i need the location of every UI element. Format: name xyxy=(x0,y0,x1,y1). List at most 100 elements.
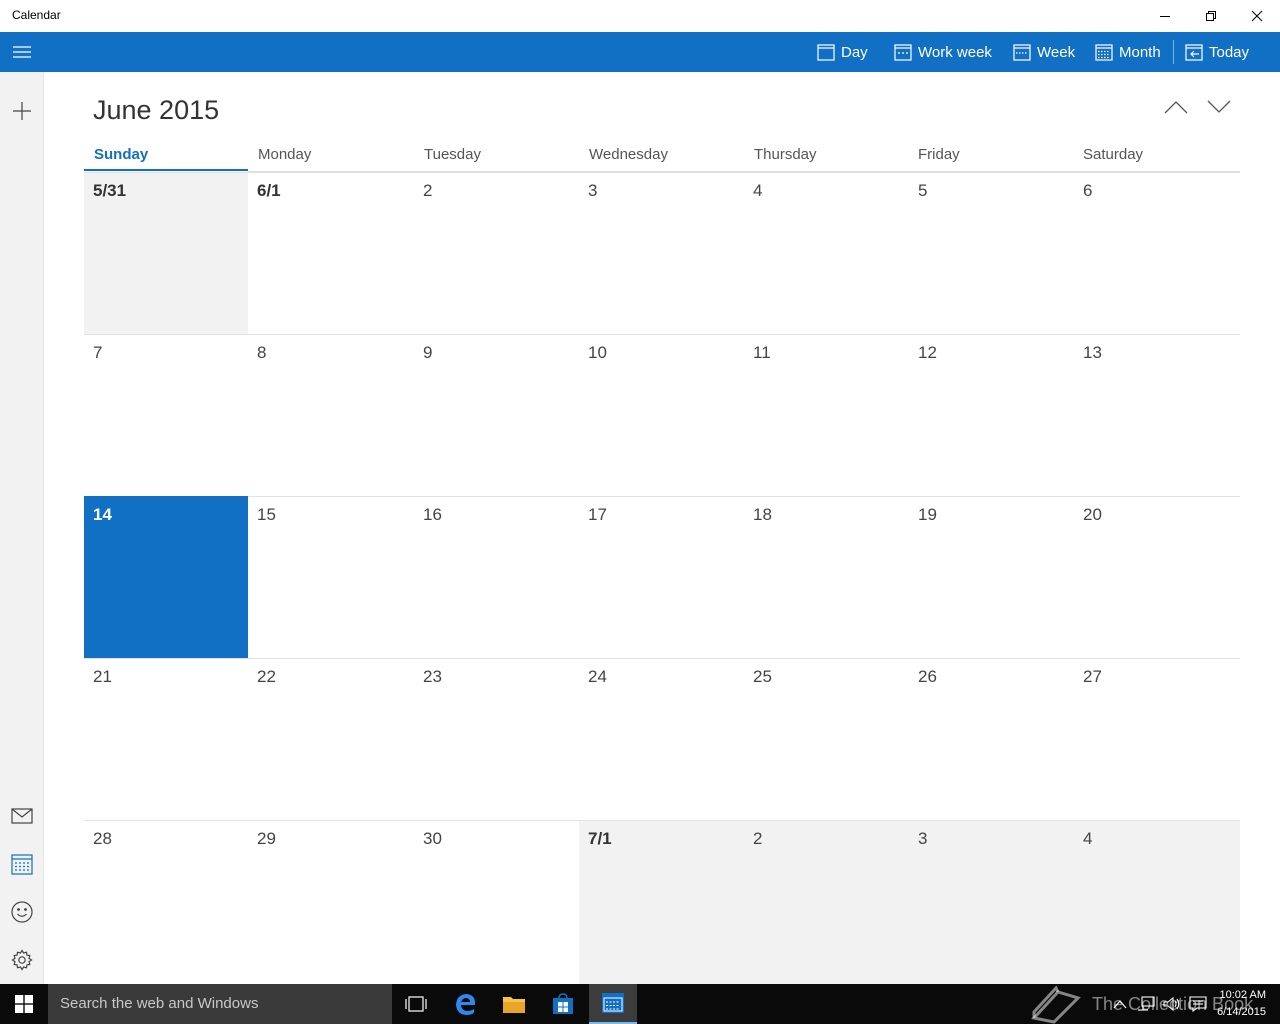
close-button[interactable] xyxy=(1234,0,1280,32)
day-cell[interactable]: 30 xyxy=(414,820,579,984)
day-cell[interactable]: 27 xyxy=(1074,658,1240,820)
left-rail xyxy=(0,72,44,984)
window-title: Calendar xyxy=(12,8,61,22)
minimize-button[interactable] xyxy=(1142,0,1188,32)
network-icon[interactable] xyxy=(1137,996,1155,1012)
taskbar: Search the web and Windows The Collectio… xyxy=(0,984,1280,1024)
day-cell[interactable]: 4 xyxy=(744,172,909,334)
day-number: 28 xyxy=(93,829,112,848)
day-number: 8 xyxy=(257,343,267,362)
day-cell[interactable]: 16 xyxy=(414,496,579,658)
volume-icon[interactable] xyxy=(1163,996,1181,1012)
day-cell[interactable]: 29 xyxy=(248,820,414,984)
gear-icon xyxy=(11,949,33,971)
feedback-button[interactable] xyxy=(0,890,44,934)
calendar-app-button[interactable] xyxy=(589,984,637,1024)
today-label: Today xyxy=(1209,43,1250,61)
weekday-header-tuesday: Tuesday xyxy=(424,146,481,163)
edge-icon xyxy=(456,994,475,1015)
day-cell[interactable]: 24 xyxy=(579,658,744,820)
day-number: 12 xyxy=(918,343,937,362)
day-number: 20 xyxy=(1083,505,1102,524)
day-cell[interactable]: 12 xyxy=(909,334,1074,496)
work-week-view-button[interactable]: Work week xyxy=(894,32,992,72)
store-button[interactable] xyxy=(539,984,587,1024)
day-cell[interactable]: 2 xyxy=(744,820,909,984)
day-cell[interactable]: 23 xyxy=(414,658,579,820)
calendar-app-icon xyxy=(602,993,624,1013)
weekday-header-sunday: Sunday xyxy=(94,146,149,163)
restore-button[interactable] xyxy=(1188,0,1234,32)
day-number: 6/1 xyxy=(257,181,281,200)
day-cell[interactable]: 22 xyxy=(248,658,414,820)
new-event-button[interactable] xyxy=(0,89,44,133)
day-cell[interactable]: 25 xyxy=(744,658,909,820)
day-number: 3 xyxy=(588,181,598,200)
day-cell[interactable]: 21 xyxy=(84,658,248,820)
day-cell[interactable]: 17 xyxy=(579,496,744,658)
day-cell[interactable]: 5/31 xyxy=(84,172,248,334)
book-logo-icon xyxy=(1031,985,1081,1024)
day-number: 23 xyxy=(423,667,442,686)
day-cell[interactable]: 6 xyxy=(1074,172,1240,334)
week-view-button[interactable]: Week xyxy=(1013,32,1075,72)
previous-month-button[interactable] xyxy=(1159,92,1193,122)
day-number: 15 xyxy=(257,505,276,524)
hamburger-menu-button[interactable] xyxy=(0,32,44,72)
chevron-down-icon xyxy=(1207,100,1231,113)
day-cell[interactable]: 26 xyxy=(909,658,1074,820)
day-cell[interactable]: 2 xyxy=(414,172,579,334)
chevron-up-icon[interactable] xyxy=(1113,999,1127,1009)
action-center-icon[interactable] xyxy=(1189,996,1207,1012)
active-weekday-underline xyxy=(84,169,248,171)
task-view-button[interactable] xyxy=(392,984,440,1024)
day-cell[interactable]: 6/1 xyxy=(248,172,414,334)
today-button[interactable]: Today xyxy=(1185,32,1249,72)
weekday-header-saturday: Saturday xyxy=(1083,146,1144,163)
taskbar-search-box[interactable]: Search the web and Windows xyxy=(48,984,392,1024)
day-number: 24 xyxy=(588,667,607,686)
file-explorer-button[interactable] xyxy=(490,984,538,1024)
day-cell[interactable]: 8 xyxy=(248,334,414,496)
day-cell[interactable]: 7/1 xyxy=(579,820,744,984)
mail-button[interactable] xyxy=(0,794,44,838)
work-week-view-icon xyxy=(894,44,912,61)
today-day-cell[interactable]: 14 xyxy=(84,496,248,658)
toolbar-divider xyxy=(1173,40,1174,64)
day-number: 22 xyxy=(257,667,276,686)
day-cell[interactable]: 20 xyxy=(1074,496,1240,658)
start-button[interactable] xyxy=(0,984,48,1024)
day-number: 10 xyxy=(588,343,607,362)
day-cell[interactable]: 11 xyxy=(744,334,909,496)
day-cell[interactable]: 9 xyxy=(414,334,579,496)
day-number: 18 xyxy=(753,505,772,524)
day-cell[interactable]: 18 xyxy=(744,496,909,658)
day-cell[interactable]: 15 xyxy=(248,496,414,658)
settings-button[interactable] xyxy=(0,938,44,982)
day-cell[interactable]: 3 xyxy=(909,820,1074,984)
next-month-button[interactable] xyxy=(1202,92,1236,122)
day-number: 29 xyxy=(257,829,276,848)
day-cell[interactable]: 7 xyxy=(84,334,248,496)
day-view-button[interactable]: Day xyxy=(817,32,868,72)
day-cell[interactable]: 5 xyxy=(909,172,1074,334)
day-cell[interactable]: 10 xyxy=(579,334,744,496)
calendar-button[interactable] xyxy=(0,842,44,886)
edge-browser-button[interactable] xyxy=(442,984,490,1024)
month-view-button[interactable]: Month xyxy=(1095,32,1161,72)
month-title: June 2015 xyxy=(93,95,220,125)
day-number: 26 xyxy=(918,667,937,686)
day-cell[interactable]: 19 xyxy=(909,496,1074,658)
weekday-header-friday: Friday xyxy=(918,146,960,163)
taskbar-clock[interactable]: 10:02 AM 6/14/2015 xyxy=(1217,987,1266,1021)
day-cell[interactable]: 28 xyxy=(84,820,248,984)
day-number: 14 xyxy=(93,505,112,524)
command-bar: Day Work week Week Month Today xyxy=(0,32,1280,72)
day-number: 16 xyxy=(423,505,442,524)
day-number: 3 xyxy=(918,829,928,848)
day-number: 2 xyxy=(423,181,433,200)
day-number: 5 xyxy=(918,181,928,200)
day-cell[interactable]: 3 xyxy=(579,172,744,334)
day-cell[interactable]: 4 xyxy=(1074,820,1240,984)
day-cell[interactable]: 13 xyxy=(1074,334,1240,496)
